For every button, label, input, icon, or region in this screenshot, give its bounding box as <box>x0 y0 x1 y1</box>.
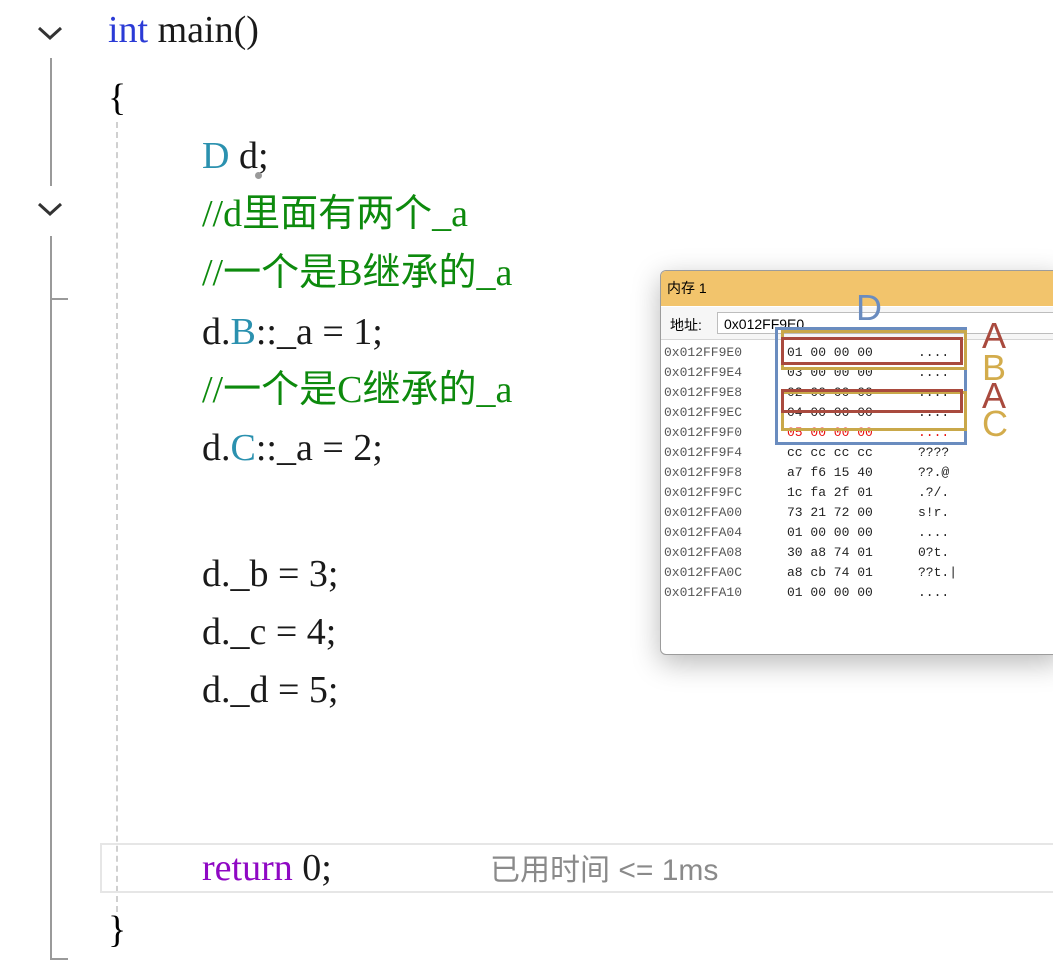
code-line: d._d = 5; <box>202 669 339 711</box>
code-line: d.C::_a = 2; <box>202 420 383 476</box>
memory-row-ascii: .... <box>918 525 950 540</box>
memory-row-bytes[interactable]: 30 a8 74 01 <box>787 543 873 563</box>
code-token: ::_a = 1; <box>255 311 383 353</box>
type-name: D <box>202 135 230 177</box>
memory-row-bytes[interactable]: cc cc cc cc <box>787 443 873 463</box>
code-line: int main() <box>108 2 259 58</box>
memory-row-ascii: ??.@ <box>918 465 950 480</box>
memory-row-address: 0x012FF9F4 <box>664 445 743 460</box>
keyword: int <box>108 9 149 51</box>
fold-chevron-down-icon[interactable] <box>34 22 66 44</box>
open-brace: { <box>108 77 127 119</box>
memory-row-ascii: ???? <box>918 445 950 460</box>
memory-row-bytes[interactable]: a7 f6 15 40 <box>787 463 873 483</box>
memory-row-ascii: s!r. <box>918 505 950 520</box>
code-token: 0; <box>292 847 332 889</box>
memory-row-bytes[interactable]: 73 21 72 00 <box>787 503 873 523</box>
memory-row-ascii: .?/. <box>918 485 950 500</box>
memory-row-bytes[interactable]: 01 00 00 00 <box>787 523 873 543</box>
memory-row-address: 0x012FF9E4 <box>664 365 743 380</box>
memory-row-address: 0x012FF9F0 <box>664 425 743 440</box>
annotation-label-D: D <box>856 287 882 328</box>
memory-row-address: 0x012FF9EC <box>664 405 743 420</box>
variable-decl: d; <box>229 135 269 177</box>
memory-row-address: 0x012FFA04 <box>664 525 743 540</box>
class-name: C <box>230 427 256 469</box>
outline-guide-end <box>50 298 68 300</box>
memory-row-bytes[interactable]: 1c fa 2f 01 <box>787 483 873 503</box>
class-name: B <box>230 311 256 353</box>
memory-row-ascii: ??t.| <box>918 565 958 580</box>
memory-row-bytes[interactable]: a8 cb 74 01 <box>787 563 873 583</box>
comment-line: //d里面有两个_a <box>202 193 468 235</box>
breakpoint-hint-dot <box>255 172 262 179</box>
code-token: ::_a = 2; <box>255 427 383 469</box>
memory-row-address: 0x012FFA00 <box>664 505 743 520</box>
code-token: d. <box>202 311 231 353</box>
address-label: 地址: <box>670 317 702 333</box>
outline-guide <box>50 58 52 186</box>
code-line: d._c = 4; <box>202 611 337 653</box>
elapsed-time-hint[interactable]: 已用时间 <= 1ms <box>490 853 718 889</box>
annotation-label-C: C <box>982 403 1008 444</box>
keyword: return <box>202 847 293 889</box>
comment-line: //一个是B继承的_a <box>202 252 513 294</box>
outline-guide <box>50 300 52 960</box>
outline-guide-end <box>50 958 68 960</box>
outline-guide <box>50 236 52 300</box>
memory-row-address: 0x012FF9FC <box>664 485 743 500</box>
code-line: return 0; <box>202 843 332 893</box>
memory-row-address: 0x012FF9E0 <box>664 345 743 360</box>
code-token: d. <box>202 427 231 469</box>
memory-row-address: 0x012FFA0C <box>664 565 743 580</box>
memory-row-address: 0x012FFA08 <box>664 545 743 560</box>
annotation-box-A <box>781 389 963 413</box>
code-line: d.B::_a = 1; <box>202 304 383 360</box>
function-signature: main() <box>148 9 259 51</box>
code-line: d._b = 3; <box>202 553 339 595</box>
memory-row-bytes[interactable]: 01 00 00 00 <box>787 583 873 603</box>
close-brace: } <box>108 909 127 951</box>
memory-row-address: 0x012FF9F8 <box>664 465 743 480</box>
fold-chevron-down-icon[interactable] <box>34 198 66 220</box>
comment-line: //一个是C继承的_a <box>202 369 513 411</box>
memory-row-ascii: 0?t. <box>918 545 950 560</box>
memory-row-address: 0x012FF9E8 <box>664 385 743 400</box>
code-editor[interactable]: int main() { D d; //d里面有两个_a //一个是B继承的_a… <box>0 0 1053 980</box>
memory-row-address: 0x012FFA10 <box>664 585 743 600</box>
annotation-box-A <box>781 337 963 365</box>
indent-guide <box>116 122 118 912</box>
memory-row-ascii: .... <box>918 585 950 600</box>
